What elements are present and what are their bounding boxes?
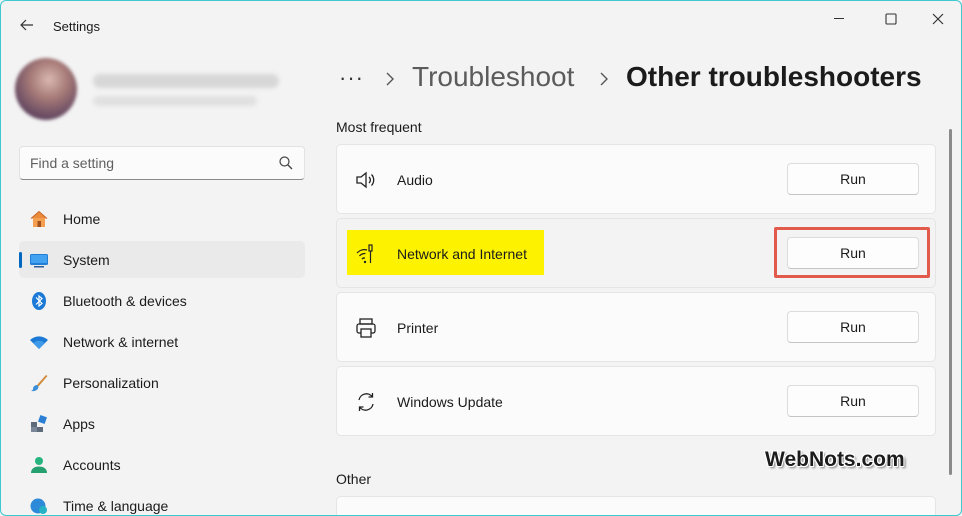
minimize-button[interactable]: [825, 9, 855, 29]
sidebar-item-label: Network & internet: [63, 334, 179, 350]
paintbrush-icon: [31, 375, 48, 392]
sidebar-item-network[interactable]: Network & internet: [19, 323, 305, 360]
sidebar-item-bluetooth[interactable]: Bluetooth & devices: [19, 282, 305, 319]
section-title-most-frequent: Most frequent: [336, 119, 422, 135]
callout-frame: [774, 227, 930, 278]
back-button[interactable]: [15, 13, 39, 37]
troubleshooter-windows-update: Windows Update Run: [336, 366, 936, 436]
run-printer-button[interactable]: Run: [787, 311, 919, 343]
breadcrumb-more-button[interactable]: ···: [339, 65, 364, 91]
page-title: Other troubleshooters: [626, 61, 922, 92]
sidebar-item-personalization[interactable]: Personalization: [19, 364, 305, 401]
monitor-icon: [30, 254, 48, 268]
sidebar-item-apps[interactable]: Apps: [19, 405, 305, 442]
globe-clock-icon: [30, 498, 47, 514]
speaker-icon: [356, 171, 375, 189]
user-profile[interactable]: [15, 58, 305, 122]
breadcrumb-troubleshoot[interactable]: Troubleshoot: [412, 61, 574, 93]
user-icon: [31, 457, 47, 473]
search-box[interactable]: [19, 146, 305, 180]
sidebar-item-label: Apps: [63, 416, 95, 432]
search-icon: [279, 156, 293, 170]
troubleshooter-printer: Printer Run: [336, 292, 936, 362]
title-bar: Settings: [1, 1, 961, 51]
other-card: [336, 496, 936, 515]
scrollbar[interactable]: [949, 129, 952, 475]
sidebar-nav: Home System Bluetooth & devices Network …: [19, 200, 305, 515]
wifi-icon: [30, 336, 48, 349]
close-icon: [932, 13, 944, 25]
printer-icon: [356, 318, 376, 338]
troubleshooter-audio: Audio Run: [336, 144, 936, 214]
sidebar-item-system[interactable]: System: [19, 241, 305, 278]
run-windows-update-button[interactable]: Run: [787, 385, 919, 417]
troubleshooter-label: Printer: [397, 320, 439, 336]
troubleshooter-label: Network and Internet: [397, 246, 527, 262]
close-button[interactable]: [923, 9, 953, 29]
section-title-other: Other: [336, 471, 372, 487]
sidebar-item-label: Time & language: [63, 498, 169, 514]
apps-icon: [31, 415, 47, 432]
minimize-icon: [834, 18, 844, 19]
avatar: [15, 58, 77, 120]
settings-window: Settings Home System Bluetooth: [0, 0, 962, 516]
network-signal-icon: [356, 244, 373, 264]
chevron-right-icon: [600, 72, 608, 86]
search-input[interactable]: [30, 153, 270, 173]
troubleshooter-label: Windows Update: [397, 394, 503, 410]
sidebar-item-home[interactable]: Home: [19, 200, 305, 237]
sidebar-item-time-language[interactable]: Time & language: [19, 487, 305, 515]
sidebar-item-accounts[interactable]: Accounts: [19, 446, 305, 483]
sidebar-item-label: Home: [63, 211, 101, 227]
sidebar-item-label: Bluetooth & devices: [63, 293, 187, 309]
troubleshooter-label: Audio: [397, 172, 433, 188]
sync-icon: [358, 393, 374, 411]
app-title: Settings: [53, 19, 100, 34]
sidebar-item-label: Accounts: [63, 457, 121, 473]
sidebar-item-label: System: [63, 252, 110, 268]
back-arrow-icon: [20, 19, 33, 31]
home-icon: [30, 210, 48, 227]
profile-email-blurred: [93, 96, 257, 106]
bluetooth-icon: [32, 292, 46, 310]
maximize-icon: [885, 13, 897, 25]
run-audio-button[interactable]: Run: [787, 163, 919, 195]
maximize-button[interactable]: [876, 9, 906, 29]
watermark: WebNots.com: [765, 448, 905, 471]
chevron-right-icon: [386, 72, 394, 86]
sidebar-item-label: Personalization: [63, 375, 159, 391]
profile-name-blurred: [93, 74, 279, 88]
